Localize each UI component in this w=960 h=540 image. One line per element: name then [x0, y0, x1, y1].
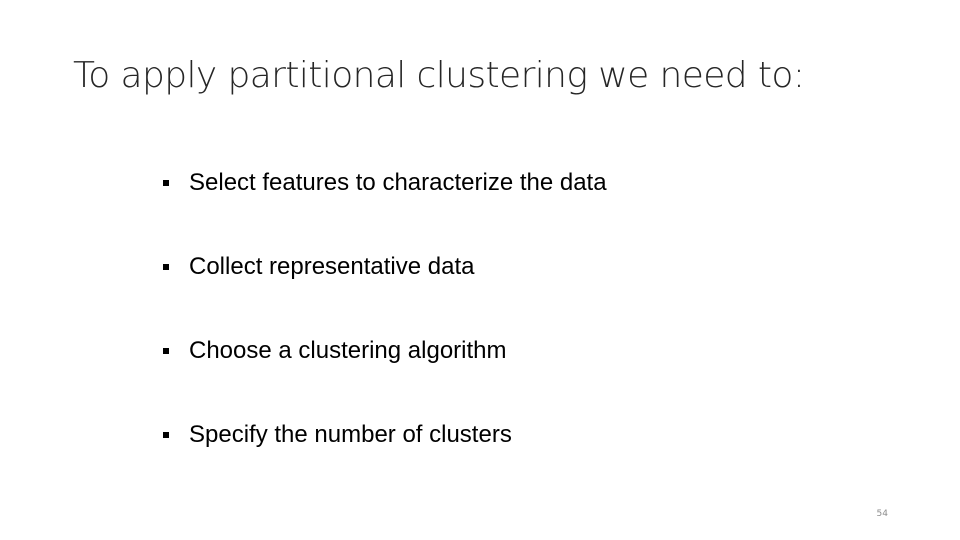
- bullet-text: Choose a clustering algorithm: [189, 337, 507, 364]
- bullet-text: Specify the number of clusters: [189, 421, 512, 448]
- bullet-item: Specify the number of clusters: [160, 420, 512, 450]
- bullet-item: Collect representative data: [160, 252, 475, 282]
- bullet-text: Select features to characterize the data: [189, 169, 607, 196]
- bullet-text: Collect representative data: [189, 253, 475, 280]
- square-bullet-icon: [163, 348, 169, 354]
- bullet-item: Choose a clustering algorithm: [160, 336, 507, 366]
- square-bullet-icon: [163, 432, 169, 438]
- page-number: 54: [876, 509, 888, 519]
- square-bullet-icon: [163, 180, 169, 186]
- bullet-item: Select features to characterize the data: [160, 168, 607, 198]
- square-bullet-icon: [163, 264, 169, 270]
- bullet-list: Select features to characterize the data…: [160, 0, 800, 540]
- slide: To apply partitional clustering we need …: [0, 0, 960, 540]
